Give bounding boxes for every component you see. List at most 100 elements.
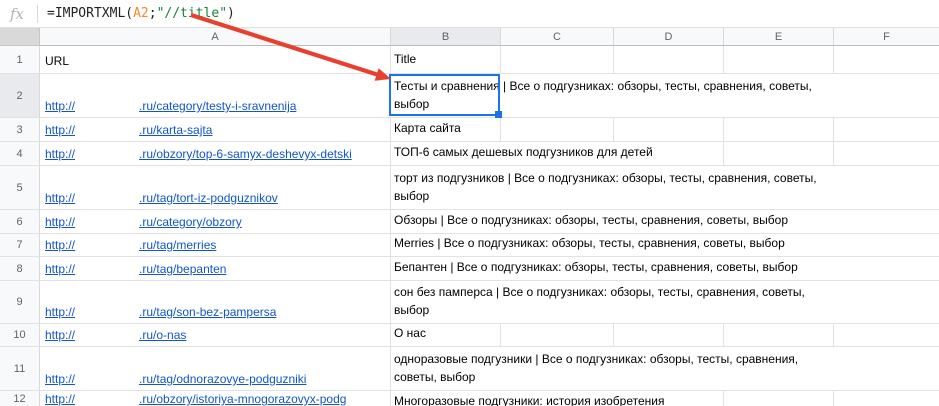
row-header-4[interactable]: 4 [0,142,40,165]
cell-b4[interactable]: ТОП-6 самых дешевых подгузников для дете… [394,143,653,161]
url-prefix: http:// [45,123,75,137]
cell-b7[interactable]: Merries | Все о подгузниках: обзоры, тес… [394,234,785,252]
row-header-1[interactable]: 1 [0,46,40,73]
masked-domain [75,338,139,339]
column-header-e[interactable]: E [723,28,833,45]
masked-domain [75,315,139,316]
masked-domain [75,133,139,134]
url-prefix: http:// [45,215,75,229]
formula-separator: ; [149,6,157,21]
cell-a2[interactable]: http:// .ru/category/testy-i-sravnenija [45,99,296,113]
row-header-2[interactable]: 2 [0,74,40,117]
gridline [723,118,724,141]
column-header-a[interactable]: A [40,28,390,45]
cell-a8[interactable]: http://.ru/tag/bepanten [45,262,226,276]
url-prefix: http:// [45,372,75,386]
cell-a9[interactable]: http:// .ru/tag/son-bez-pampersa [45,305,276,319]
gridline [390,234,391,256]
row-header-10[interactable]: 10 [0,324,40,346]
url-prefix: http:// [45,99,75,113]
url-path: .ru/karta-sajta [139,123,212,137]
cell-a4[interactable]: http:// .ru/obzory/top-6-samyx-deshevyx-d… [45,147,389,161]
select-all-corner[interactable] [0,28,40,46]
cell-b11[interactable]: одноразовые подгузники | Все о подгузник… [394,350,798,386]
url-prefix: http:// [45,191,75,205]
url-prefix: http:// [45,305,75,319]
cell-a6[interactable]: http://.ru/category/obzory [45,215,242,229]
column-header-f[interactable]: F [833,28,939,45]
column-header-b[interactable]: B [390,28,500,45]
column-header-row: A B C D E F [0,28,939,46]
row-header-12[interactable]: 12 [0,391,40,406]
sheet-row-1: 1 URL Title [0,46,939,74]
gridline [613,46,614,73]
gridline [833,46,834,73]
cell-b3[interactable]: Карта сайта [394,119,461,137]
sheet-grid: 1 URL Title 2 http:// .ru/category/testy-… [0,46,939,406]
column-header-d[interactable]: D [613,28,723,45]
sheet-row-10: 10 http://.ru/o-nas О нас [0,324,939,347]
sheet-row-6: 6 http://.ru/category/obzory Обзоры | Вс… [0,210,939,234]
cell-b12[interactable]: Многоразовые подгузники: история изобрет… [394,392,664,406]
cell-b8[interactable]: Бепантен | Все о подгузниках: обзоры, те… [394,258,798,276]
column-header-c[interactable]: C [500,28,613,45]
url-prefix: http:// [45,238,75,252]
spreadsheet-app: fx =IMPORTXML(A2;"//title") A B C D E F … [0,0,939,406]
cell-b1[interactable]: Title [394,50,416,68]
row-header-5[interactable]: 5 [0,166,40,209]
cell-b5[interactable]: торт из подгузников | Все о подгузниках:… [394,169,817,205]
cell-b10[interactable]: О нас [394,324,426,342]
masked-domain [75,109,139,110]
masked-domain [75,225,139,226]
row-header-9[interactable]: 9 [0,281,40,323]
gridline [723,46,724,73]
gridline [390,347,391,390]
sheet-row-7: 7 http://.ru/tag/merries Merries | Все о… [0,234,939,257]
formula-xpath-string: "//title" [157,6,227,21]
gridline [390,324,391,346]
url-path: .ru/obzory/istoriya-mnogorazovyx-podg [139,392,346,406]
url-prefix: http:// [45,262,75,276]
gridline [723,142,724,165]
gridline [833,142,834,165]
cell-b9[interactable]: сон без памперса | Все о подгузниках: об… [394,283,805,319]
cell-a5[interactable]: http://.ru/tag/tort-iz-podguznikov [45,191,278,205]
gridline [390,142,391,165]
cell-b2[interactable]: Тесты и сравнения | Все о подгузниках: о… [394,77,812,113]
url-path: .ru/category/testy-i-sravnenija [139,99,296,113]
masked-domain [75,248,139,249]
fill-handle[interactable] [495,111,502,118]
gridline [500,324,501,346]
cell-a7[interactable]: http://.ru/tag/merries [45,238,216,252]
gridline [723,324,724,346]
formula-input[interactable]: =IMPORTXML(A2;"//title") [47,6,235,21]
row-header-3[interactable]: 3 [0,118,40,141]
formula-function-text: =IMPORTXML( [47,6,133,21]
url-path: .ru/obzory/top-6-samyx-deshevyx-detski [139,147,352,161]
row-header-8[interactable]: 8 [0,257,40,280]
cell-a1[interactable]: URL [45,54,69,68]
gridline [613,118,614,141]
gridline [500,118,501,141]
gridline [833,118,834,141]
row-header-7[interactable]: 7 [0,234,40,256]
masked-domain [75,402,139,403]
gridline [833,324,834,346]
row-header-6[interactable]: 6 [0,210,40,233]
gridline [390,281,391,323]
sheet-row-5: 5 http://.ru/tag/tort-iz-podguznikov тор… [0,166,939,210]
cell-b6[interactable]: Обзоры | Все о подгузниках: обзоры, тест… [394,211,788,229]
gridline [390,257,391,280]
cell-a12[interactable]: http://.ru/obzory/istoriya-mnogorazovyx-… [45,392,389,406]
url-prefix: http:// [45,147,75,161]
sheet-row-12: 12 . . . . http://.ru/obzory/istoriya-mn… [0,391,939,406]
url-path: .ru/tag/son-bez-pampersa [139,305,276,319]
cell-a11[interactable]: http://.ru/tag/odnorazovye-podguzniki [45,372,306,386]
gridline [390,391,391,406]
masked-domain [75,201,139,202]
cell-a10[interactable]: http://.ru/o-nas [45,328,186,342]
cell-a3[interactable]: http:// .ru/karta-sajta [45,123,212,137]
url-path: .ru/o-nas [139,328,186,342]
row-header-11[interactable]: 11 [0,347,40,390]
gridline [390,166,391,209]
